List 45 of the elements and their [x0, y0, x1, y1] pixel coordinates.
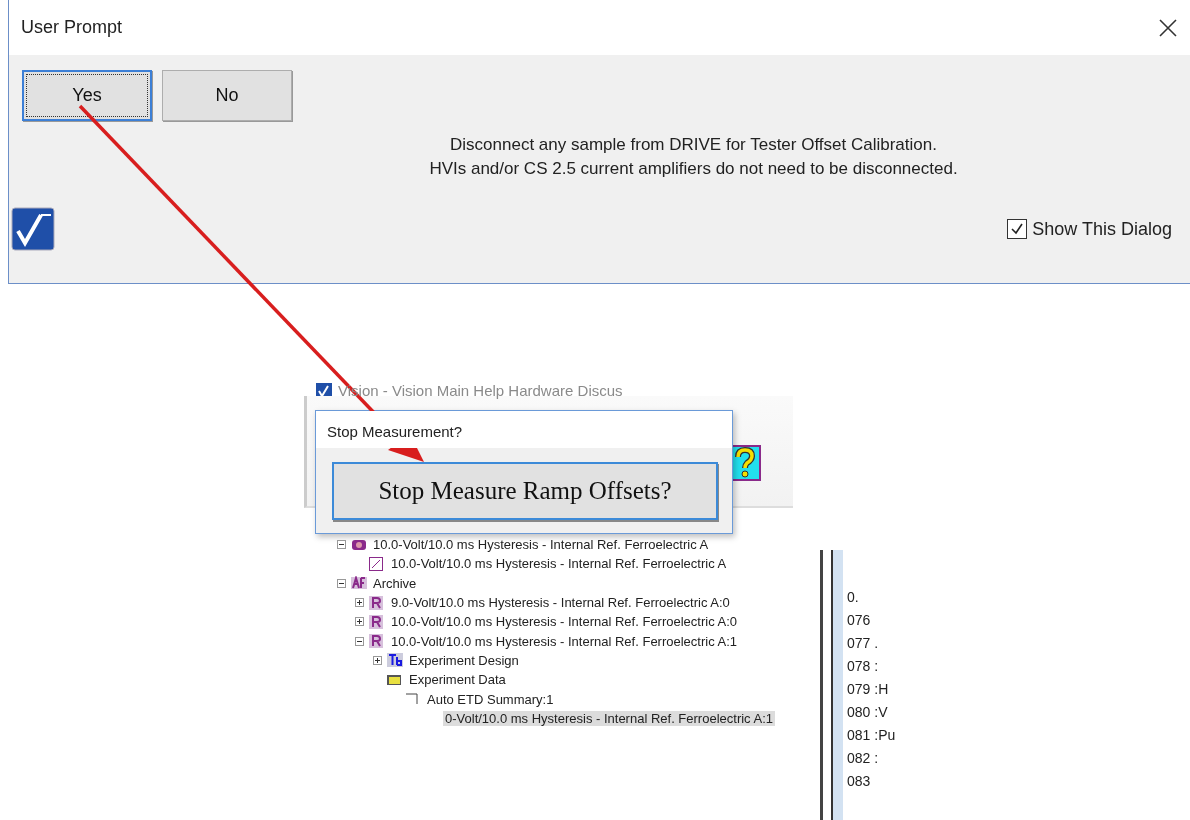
- tree-item[interactable]: 10.0-Volt/10.0 ms Hysteresis - Internal Ref. Ferroelectric A: [389, 556, 729, 572]
- window-title: User Prompt: [21, 17, 123, 38]
- record-icon: [369, 614, 383, 629]
- tree-item[interactable]: 0-Volt/10.0 ms Hysteresis - Internal Ref. Ferroelectric A:1: [443, 710, 775, 726]
- cube-icon: [351, 537, 367, 552]
- line-text: 078 :: [847, 657, 880, 676]
- tree-item[interactable]: Archive: [371, 575, 419, 591]
- expander-icon[interactable]: [337, 540, 346, 550]
- tree-item[interactable]: Experiment Design: [407, 652, 521, 668]
- dialog-button[interactable]: Yes: [22, 70, 152, 121]
- line-text: 077 .: [847, 634, 880, 653]
- line-text: 081 :Pu: [847, 726, 897, 745]
- tree-item[interactable]: 10.0-Volt/10.0 ms Hysteresis - Internal Ref. Ferroelectric A:0: [389, 614, 740, 630]
- line-text: 082 :: [847, 749, 880, 768]
- record-icon: [369, 634, 383, 649]
- expander-icon[interactable]: [337, 578, 346, 588]
- record-icon: [369, 595, 383, 610]
- line-text: 076: [847, 611, 872, 630]
- archive-icon: [351, 576, 367, 591]
- tree-item[interactable]: Auto ETD Summary:1: [425, 691, 556, 707]
- message-text: Disconnect any sample from DRIVE for Tester Offset Calibration.: [450, 135, 937, 155]
- dialog-button[interactable]: No: [162, 70, 292, 121]
- line-text: 079 :H: [847, 680, 890, 699]
- expander-icon[interactable]: [355, 617, 364, 627]
- tree-item[interactable]: 10.0-Volt/10.0 ms Hysteresis - Internal Ref. Ferroelectric A: [371, 537, 711, 553]
- message-text: HVIs and/or CS 2.5 current amplifiers do not need to be disconnected.: [429, 159, 958, 179]
- show-dialog-checkbox[interactable]: Show This Dialog: [1007, 218, 1172, 240]
- expander-icon[interactable]: [355, 636, 364, 646]
- tree-item[interactable]: Experiment Data: [407, 672, 508, 688]
- close-icon[interactable]: [1158, 17, 1178, 38]
- line-text: 080 :V: [847, 703, 889, 722]
- expander-icon[interactable]: [355, 598, 364, 608]
- expander-icon[interactable]: [373, 655, 382, 665]
- folder-icon: [387, 673, 401, 686]
- dialog-title: Stop Measurement?: [316, 411, 732, 448]
- chart-icon: [369, 556, 383, 571]
- checkmark-logo-icon: [11, 207, 55, 251]
- tree-item[interactable]: 9.0-Volt/10.0 ms Hysteresis - Internal Ref. Ferroelectric A:0: [389, 595, 732, 611]
- line-text: 083: [847, 772, 872, 791]
- checkmark-icon: [1009, 221, 1026, 237]
- stop-button[interactable]: Stop Measure Ramp Offsets?: [332, 461, 718, 520]
- document-icon: [405, 693, 419, 705]
- line-text: 0.: [847, 588, 860, 607]
- tree-item[interactable]: 10.0-Volt/10.0 ms Hysteresis - Internal Ref. Ferroelectric A:1: [389, 633, 740, 649]
- design-icon: [387, 653, 403, 668]
